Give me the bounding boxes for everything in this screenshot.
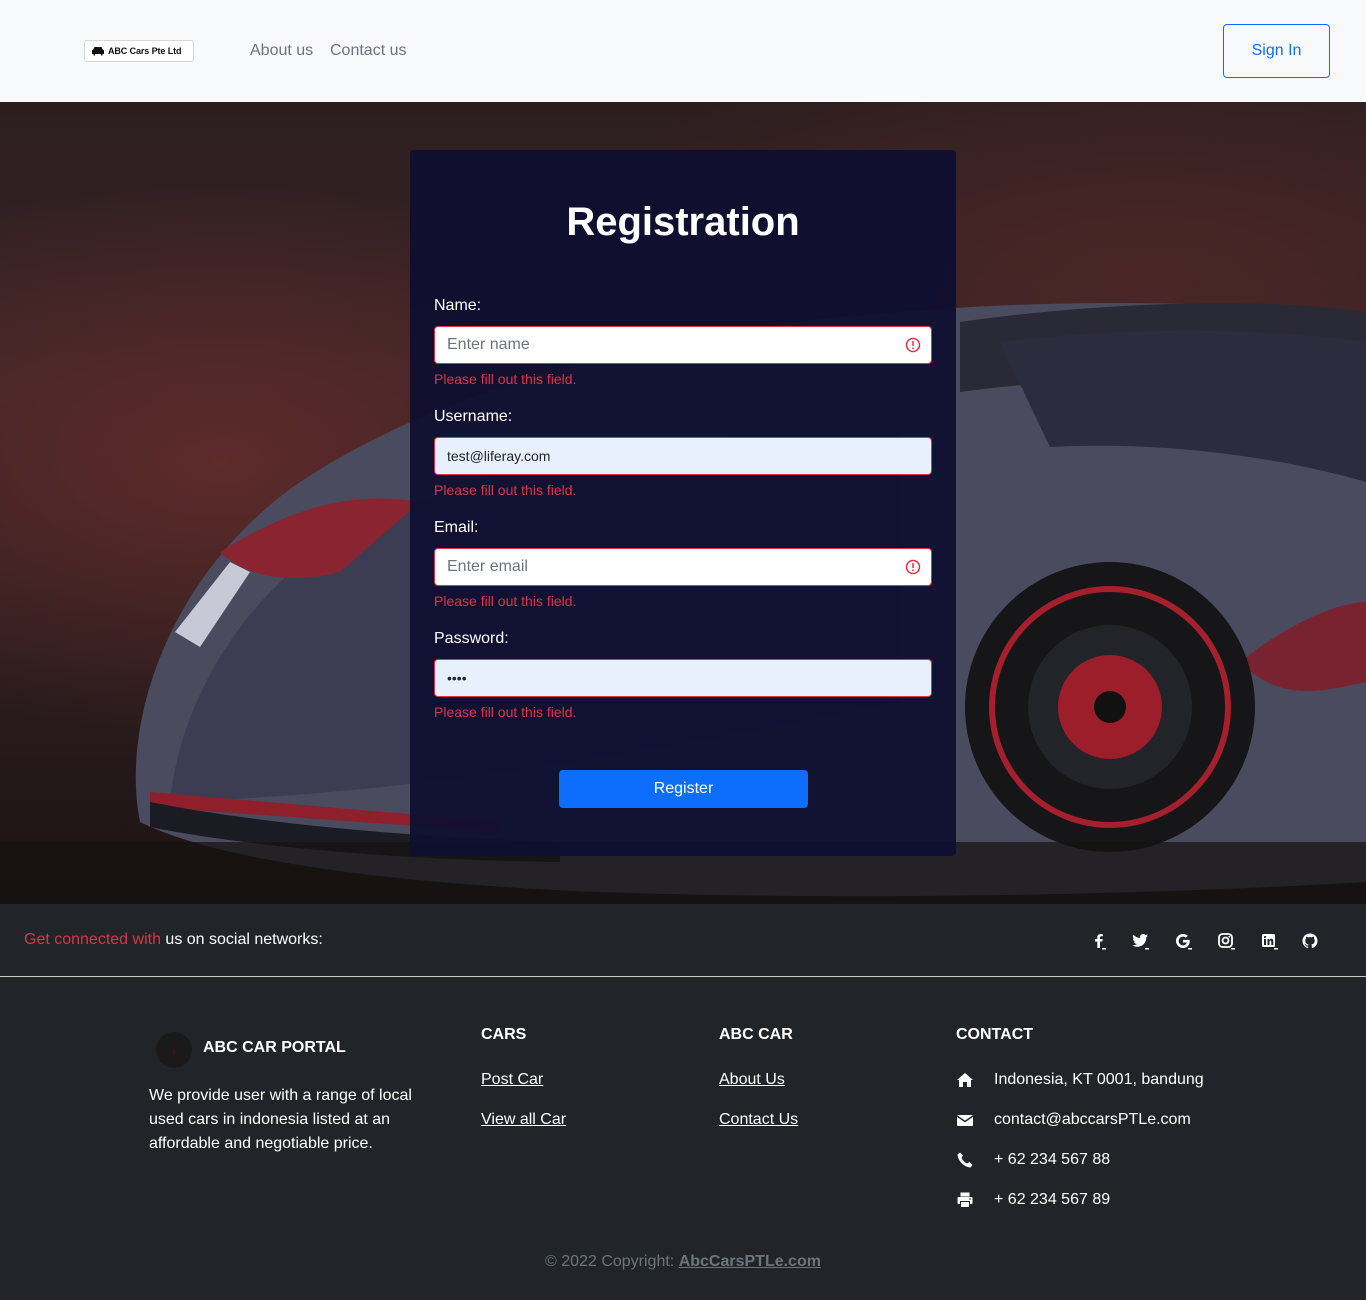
footer-cars-heading: CARS bbox=[481, 1026, 527, 1043]
contact-address: Indonesia, KT 0001, bandung bbox=[994, 1071, 1204, 1088]
copyright: © 2022 Copyright: AbcCarsPTLe.com bbox=[0, 1253, 1366, 1271]
home-icon bbox=[957, 1073, 973, 1087]
name-field[interactable]: Enter name bbox=[434, 326, 932, 364]
nav-contact-us[interactable]: Contact us bbox=[330, 42, 406, 60]
error-icon bbox=[905, 337, 921, 353]
twitter-icon[interactable] bbox=[1130, 931, 1150, 951]
username-error: Please fill out this field. bbox=[434, 482, 577, 498]
registration-title: Registration bbox=[566, 200, 800, 244]
name-placeholder: Enter name bbox=[447, 336, 530, 353]
registration-card: Registration Name: Enter name Please fil… bbox=[410, 150, 956, 856]
brand-logo[interactable]: ABC Cars Pte Ltd bbox=[84, 40, 194, 62]
social-bar: Get connected with us on social networks… bbox=[0, 904, 1366, 977]
email-error: Please fill out this field. bbox=[434, 593, 577, 609]
footer-link-contact-us[interactable]: Contact Us bbox=[719, 1111, 798, 1129]
contact-phone: + 62 234 567 88 bbox=[994, 1151, 1111, 1168]
navbar: ABC Cars Pte Ltd About us Contact us Sig… bbox=[0, 0, 1366, 102]
copyright-prefix: © 2022 Copyright: bbox=[545, 1253, 679, 1270]
copyright-link[interactable]: AbcCarsPTLe.com bbox=[679, 1253, 821, 1270]
contact-address-row: Indonesia, KT 0001, bandung bbox=[956, 1070, 1204, 1090]
print-icon bbox=[957, 1192, 973, 1208]
email-placeholder: Enter email bbox=[447, 558, 528, 575]
footer-link-view-all-car[interactable]: View all Car bbox=[481, 1111, 566, 1129]
contact-phone-row: + 62 234 567 88 bbox=[956, 1150, 1110, 1170]
error-icon bbox=[905, 559, 921, 575]
footer: ABC CAR PORTAL We provide user with a ra… bbox=[0, 977, 1366, 1300]
linkedin-icon[interactable] bbox=[1259, 931, 1279, 951]
password-field[interactable]: •••• bbox=[434, 659, 932, 697]
instagram-icon[interactable] bbox=[1216, 931, 1236, 951]
register-button[interactable]: Register bbox=[559, 770, 808, 808]
footer-brand-title: ABC CAR PORTAL bbox=[203, 1039, 346, 1056]
phone-icon bbox=[957, 1152, 973, 1168]
social-text-highlight: Get connected with bbox=[24, 931, 161, 948]
google-icon[interactable] bbox=[1173, 931, 1193, 951]
nav-about-us[interactable]: About us bbox=[250, 42, 313, 60]
footer-logo-icon bbox=[156, 1032, 192, 1068]
contact-fax: + 62 234 567 89 bbox=[994, 1191, 1111, 1208]
envelope-icon bbox=[956, 1115, 974, 1126]
username-value: test@liferay.com bbox=[447, 448, 551, 464]
password-label: Password: bbox=[434, 630, 509, 647]
password-value: •••• bbox=[447, 670, 467, 686]
email-label: Email: bbox=[434, 519, 479, 536]
footer-link-post-car[interactable]: Post Car bbox=[481, 1071, 543, 1089]
name-error: Please fill out this field. bbox=[434, 371, 577, 387]
username-field[interactable]: test@liferay.com bbox=[434, 437, 932, 475]
footer-brand-description: We provide user with a range of local us… bbox=[149, 1087, 412, 1152]
sign-in-button[interactable]: Sign In bbox=[1223, 24, 1330, 78]
social-text: Get connected with us on social networks… bbox=[24, 931, 323, 949]
footer-abc-heading: ABC CAR bbox=[719, 1026, 793, 1043]
contact-email: contact@abccarsPTLe.com bbox=[994, 1111, 1191, 1128]
name-label: Name: bbox=[434, 297, 482, 314]
contact-email-row: contact@abccarsPTLe.com bbox=[956, 1110, 1191, 1130]
email-field[interactable]: Enter email bbox=[434, 548, 932, 586]
footer-link-about-us[interactable]: About Us bbox=[719, 1071, 785, 1089]
github-icon[interactable] bbox=[1300, 931, 1320, 951]
password-error: Please fill out this field. bbox=[434, 704, 577, 720]
hero-section: Registration Name: Enter name Please fil… bbox=[0, 102, 1366, 904]
brand-text: ABC Cars Pte Ltd bbox=[108, 46, 182, 56]
username-label: Username: bbox=[434, 408, 513, 425]
social-text-rest: us on social networks: bbox=[160, 931, 323, 948]
footer-contact-heading: CONTACT bbox=[956, 1026, 1034, 1043]
car-icon bbox=[92, 47, 104, 56]
contact-fax-row: + 62 234 567 89 bbox=[956, 1190, 1110, 1210]
facebook-icon[interactable] bbox=[1089, 931, 1109, 951]
